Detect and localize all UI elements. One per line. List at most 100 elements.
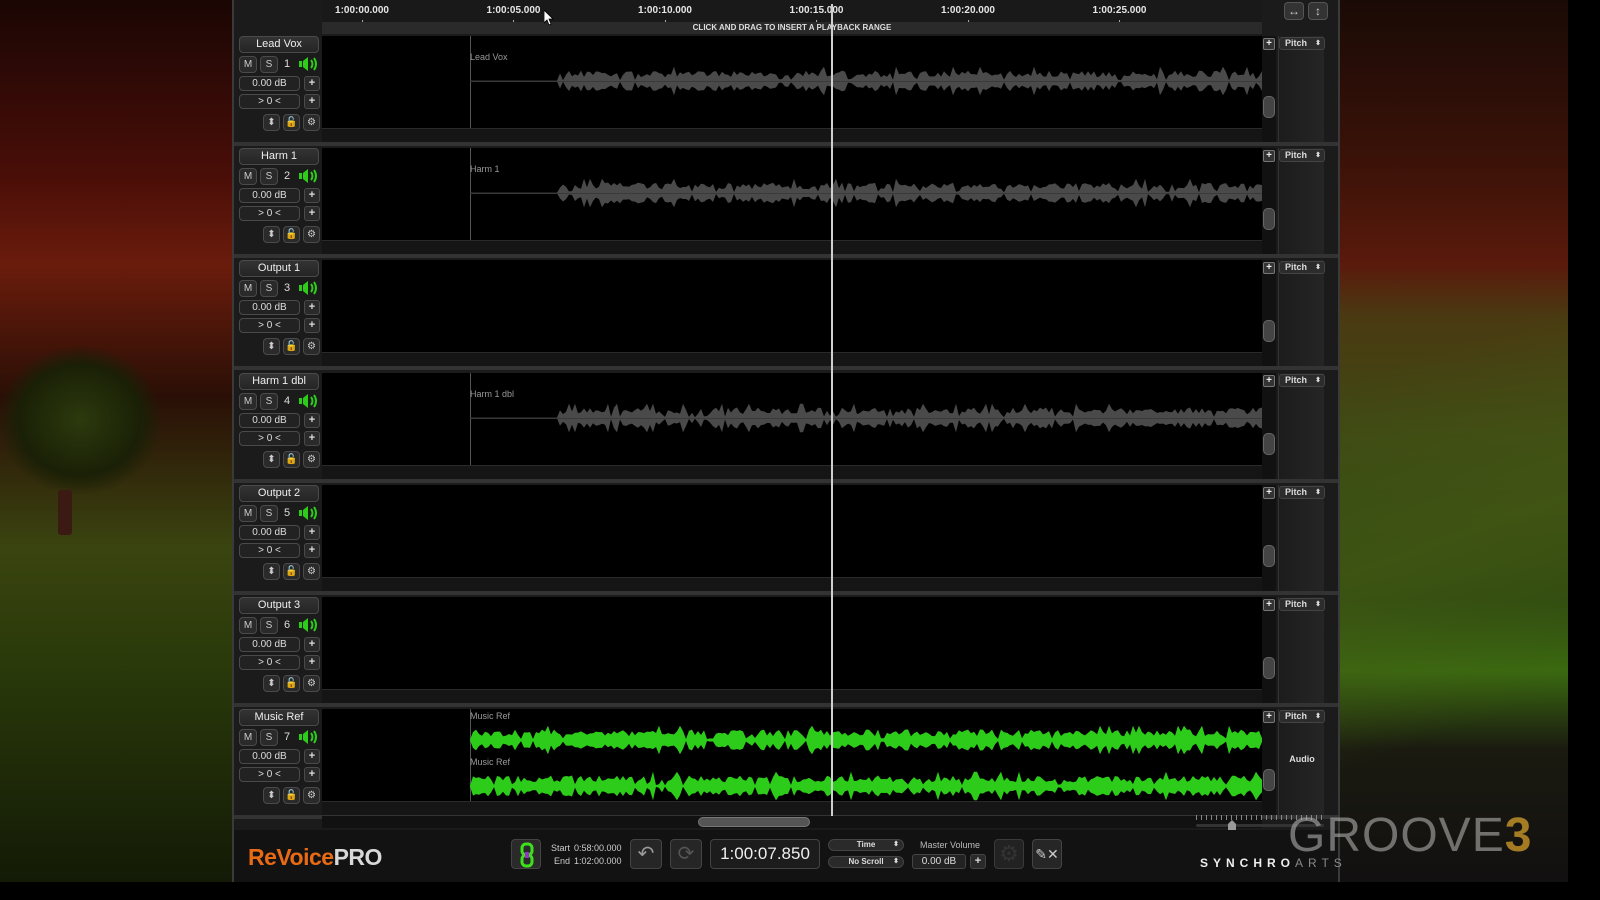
add-pitch-lane-button[interactable]: + <box>1263 150 1275 163</box>
track-separator[interactable] <box>234 703 1338 707</box>
track-name-button[interactable]: Lead Vox <box>239 36 319 53</box>
master-volume-field[interactable]: 0.00 dB <box>912 854 966 869</box>
link-range-button[interactable] <box>511 839 541 869</box>
track-lane[interactable]: Music Ref Music Ref <box>322 709 1262 802</box>
pan-fader-button[interactable]: + <box>304 94 320 109</box>
gain-fader-button[interactable]: + <box>304 749 320 765</box>
gain-fader-button[interactable]: + <box>304 188 320 204</box>
pan-field[interactable]: > 0 < <box>239 206 300 222</box>
speaker-monitor-icon[interactable] <box>299 504 319 522</box>
gain-field[interactable]: 0.00 dB <box>239 76 300 91</box>
track-settings-button[interactable]: ⚙ <box>303 787 320 805</box>
mute-button[interactable]: M <box>239 617 257 634</box>
track-scroll-thumb[interactable] <box>1263 544 1275 567</box>
track-name-button[interactable]: Harm 1 dbl <box>239 372 319 390</box>
track-lane[interactable] <box>322 597 1262 689</box>
track-name-button[interactable]: Output 1 <box>239 260 319 278</box>
track-scroll-thumb[interactable] <box>1263 96 1275 118</box>
solo-button[interactable]: S <box>260 392 278 410</box>
solo-button[interactable]: S <box>260 280 278 298</box>
track-separator[interactable] <box>234 254 1338 259</box>
gain-fader-button[interactable]: + <box>304 300 320 316</box>
track-settings-button[interactable]: ⚙ <box>303 114 320 131</box>
playhead-cursor[interactable] <box>831 4 833 816</box>
timeline-ruler[interactable]: 1:00:00.000 1:00:05.000 1:00:10.000 1:00:15… <box>322 0 1262 23</box>
track-name-button[interactable]: Output 2 <box>239 484 319 502</box>
fit-vertical-button[interactable]: ↕ <box>1308 2 1328 20</box>
track-vertical-scrollbar[interactable] <box>1262 148 1276 255</box>
track-vertical-scrollbar[interactable] <box>1262 260 1276 367</box>
lock-button[interactable]: 🔓 <box>283 675 300 692</box>
lock-button[interactable]: 🔓 <box>283 226 300 244</box>
speaker-monitor-icon[interactable] <box>299 167 319 185</box>
lock-button[interactable]: 🔓 <box>283 787 300 805</box>
gain-fader-button[interactable]: + <box>304 524 320 540</box>
solo-button[interactable]: S <box>260 56 278 73</box>
track-scroll-thumb[interactable] <box>1263 320 1275 343</box>
track-name-button[interactable]: Output 3 <box>239 597 319 614</box>
track-vertical-scrollbar[interactable] <box>1262 709 1276 816</box>
pan-field[interactable]: > 0 < <box>239 430 300 446</box>
pan-fader-button[interactable]: + <box>304 542 320 558</box>
pitch-select[interactable]: Pitch ⬍ <box>1279 485 1325 499</box>
mute-button[interactable]: M <box>239 168 257 186</box>
clear-tool-button[interactable]: ✎✕ <box>1032 839 1062 869</box>
track-height-button[interactable]: ⬍ <box>263 675 280 692</box>
pitch-select[interactable]: Pitch ⬍ <box>1279 598 1325 611</box>
mute-button[interactable]: M <box>239 392 257 410</box>
gain-field[interactable]: 0.00 dB <box>239 300 300 316</box>
pan-fader-button[interactable]: + <box>304 767 320 783</box>
gain-field[interactable]: 0.00 dB <box>239 524 300 540</box>
fit-horizontal-button[interactable]: ↔ <box>1284 2 1304 20</box>
mute-button[interactable]: M <box>239 56 257 73</box>
track-scroll-thumb[interactable] <box>1263 657 1275 679</box>
solo-button[interactable]: S <box>260 168 278 186</box>
track-scroll-thumb[interactable] <box>1263 208 1275 231</box>
solo-button[interactable]: S <box>260 617 278 634</box>
scroll-mode-select[interactable]: No Scroll ⬍ <box>828 856 904 868</box>
track-height-button[interactable]: ⬍ <box>263 562 280 580</box>
gain-field[interactable]: 0.00 dB <box>239 637 300 652</box>
mute-button[interactable]: M <box>239 729 257 747</box>
track-separator[interactable] <box>234 478 1338 483</box>
track-settings-button[interactable]: ⚙ <box>303 450 320 468</box>
track-height-button[interactable]: ⬍ <box>263 338 280 356</box>
pan-field[interactable]: > 0 < <box>239 318 300 334</box>
pitch-select[interactable]: Pitch ⬍ <box>1279 149 1325 163</box>
display-mode-select[interactable]: Time ⬍ <box>828 839 904 851</box>
add-pitch-lane-button[interactable]: + <box>1263 38 1275 50</box>
horizontal-scrollbar[interactable] <box>322 816 1262 828</box>
gain-field[interactable]: 0.00 dB <box>239 188 300 204</box>
gain-fader-button[interactable]: + <box>304 412 320 428</box>
gain-fader-button[interactable]: + <box>304 76 320 91</box>
gain-field[interactable]: 0.00 dB <box>239 749 300 765</box>
add-pitch-lane-button[interactable]: + <box>1263 711 1275 724</box>
track-lane[interactable]: Harm 1 dbl <box>322 372 1262 465</box>
track-lane[interactable] <box>322 260 1262 353</box>
track-separator[interactable] <box>234 590 1338 595</box>
playback-range-bar[interactable]: CLICK AND DRAG TO INSERT A PLAYBACK RANG… <box>322 22 1262 34</box>
track-name-button[interactable]: Harm 1 <box>239 148 319 166</box>
track-settings-button[interactable]: ⚙ <box>303 675 320 692</box>
track-vertical-scrollbar[interactable] <box>1262 597 1276 703</box>
zoom-thumb[interactable] <box>1228 820 1236 830</box>
speaker-monitor-icon[interactable] <box>299 728 319 746</box>
lock-button[interactable]: 🔓 <box>283 338 300 356</box>
track-height-button[interactable]: ⬍ <box>263 787 280 805</box>
track-settings-button[interactable]: ⚙ <box>303 338 320 356</box>
track-separator[interactable] <box>234 142 1338 146</box>
pan-field[interactable]: > 0 < <box>239 94 300 109</box>
add-pitch-lane-button[interactable]: + <box>1263 374 1275 387</box>
pitch-select[interactable]: Pitch ⬍ <box>1279 710 1325 724</box>
pitch-select[interactable]: Pitch ⬍ <box>1279 261 1325 275</box>
track-lane[interactable] <box>322 484 1262 577</box>
pitch-select[interactable]: Pitch ⬍ <box>1279 37 1325 50</box>
track-vertical-scrollbar[interactable] <box>1262 484 1276 591</box>
pan-fader-button[interactable]: + <box>304 430 320 446</box>
gain-field[interactable]: 0.00 dB <box>239 412 300 428</box>
pan-fader-button[interactable]: + <box>304 318 320 334</box>
pan-fader-button[interactable]: + <box>304 655 320 670</box>
speaker-monitor-icon[interactable] <box>299 279 319 297</box>
track-settings-button[interactable]: ⚙ <box>303 562 320 580</box>
pan-field[interactable]: > 0 < <box>239 767 300 783</box>
